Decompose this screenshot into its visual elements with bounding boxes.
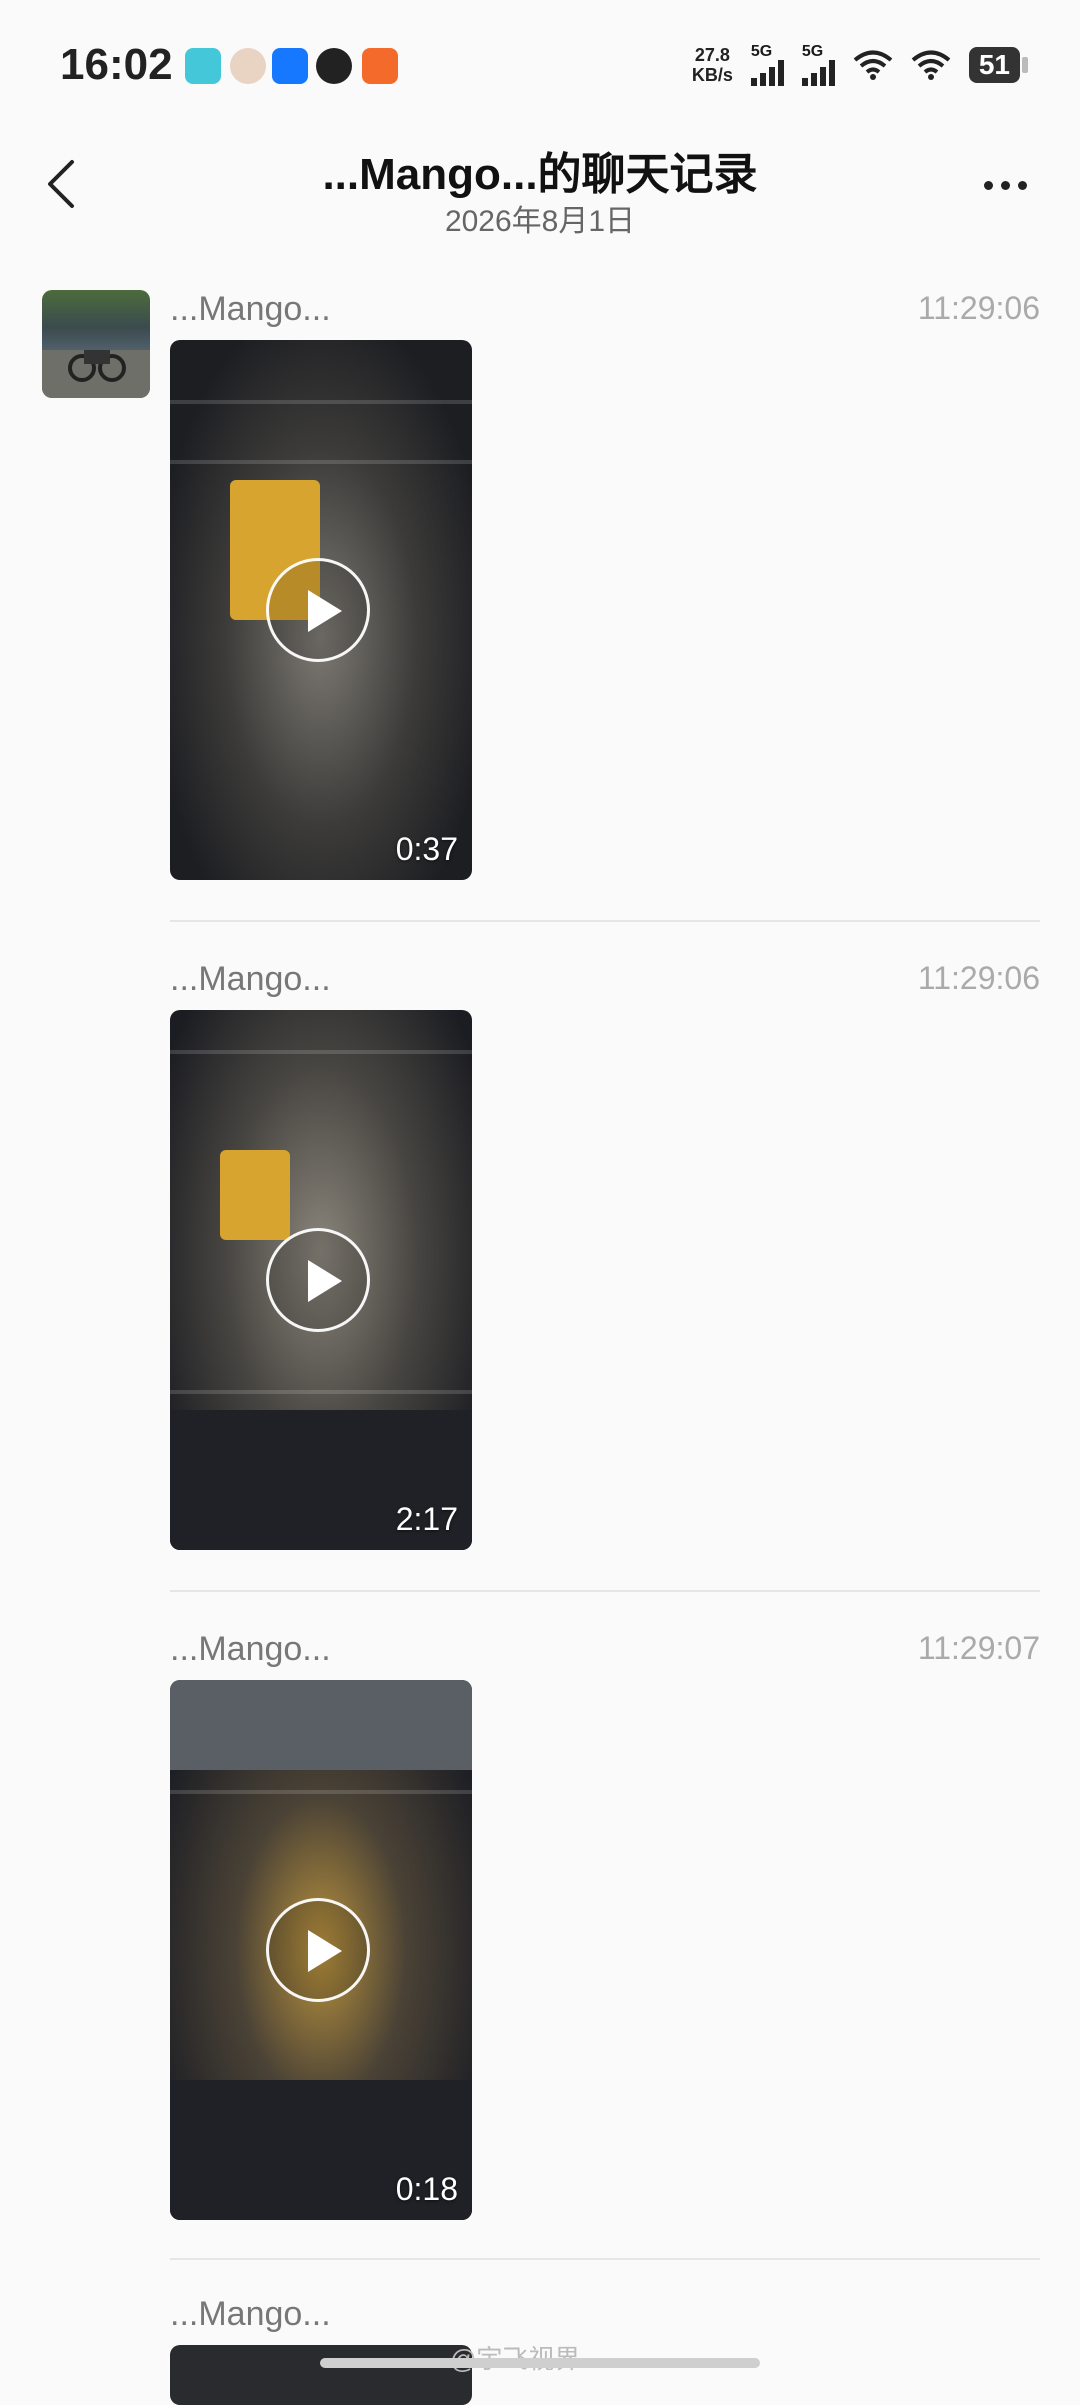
message-sender: ...Mango... (170, 2295, 331, 2333)
message-sender: ...Mango... (170, 960, 331, 998)
chat-header: ...Mango...的聊天记录 2026年8月1日 (0, 130, 1080, 250)
home-indicator[interactable] (320, 2358, 760, 2368)
message-time: 11:29:07 (917, 1630, 1040, 1666)
page-date: 2026年8月1日 (444, 205, 636, 238)
message-sender: ...Mango... (170, 290, 331, 328)
divider (170, 1590, 1040, 1592)
message-time: 11:29:06 (917, 290, 1040, 326)
profile-notification-icon (230, 48, 266, 84)
alipay-notification-icon (272, 48, 308, 84)
network-speed: 27.8 KB/s (691, 45, 733, 85)
video-thumbnail[interactable]: 0:37 (170, 340, 472, 880)
play-icon[interactable] (266, 558, 370, 662)
video-thumbnail[interactable] (170, 2345, 472, 2405)
more-icon[interactable] (970, 160, 1040, 210)
signal-icon: 5G (750, 44, 784, 86)
app-orange-notification-icon (362, 48, 398, 84)
video-thumbnail[interactable]: 2:17 (170, 1010, 472, 1550)
video-thumbnail[interactable]: 0:18 (170, 1680, 472, 2220)
video-duration: 2:17 (395, 1501, 458, 1537)
avatar[interactable] (42, 290, 150, 398)
video-duration: 0:37 (395, 831, 458, 867)
status-bar: 16:02 27.8 KB/s 5G 5G 51 (0, 0, 1080, 130)
app-notification-icon (185, 48, 221, 84)
status-time: 16:02 (60, 40, 173, 89)
video-duration: 0:18 (395, 2171, 458, 2207)
divider (170, 2258, 1040, 2260)
play-icon[interactable] (266, 1898, 370, 2002)
divider (170, 920, 1040, 922)
wifi-icon (853, 50, 893, 80)
message-time: 11:29:06 (917, 960, 1040, 996)
status-right: 27.8 KB/s 5G 5G 51 (691, 44, 1029, 86)
message-sender: ...Mango... (170, 1630, 331, 1668)
qq-notification-icon (316, 48, 352, 84)
page-title: ...Mango...的聊天记录 (322, 150, 758, 199)
wifi-icon (911, 50, 951, 80)
play-icon[interactable] (266, 1228, 370, 1332)
battery-icon: 51 (968, 47, 1029, 83)
signal-icon: 5G (801, 44, 835, 86)
